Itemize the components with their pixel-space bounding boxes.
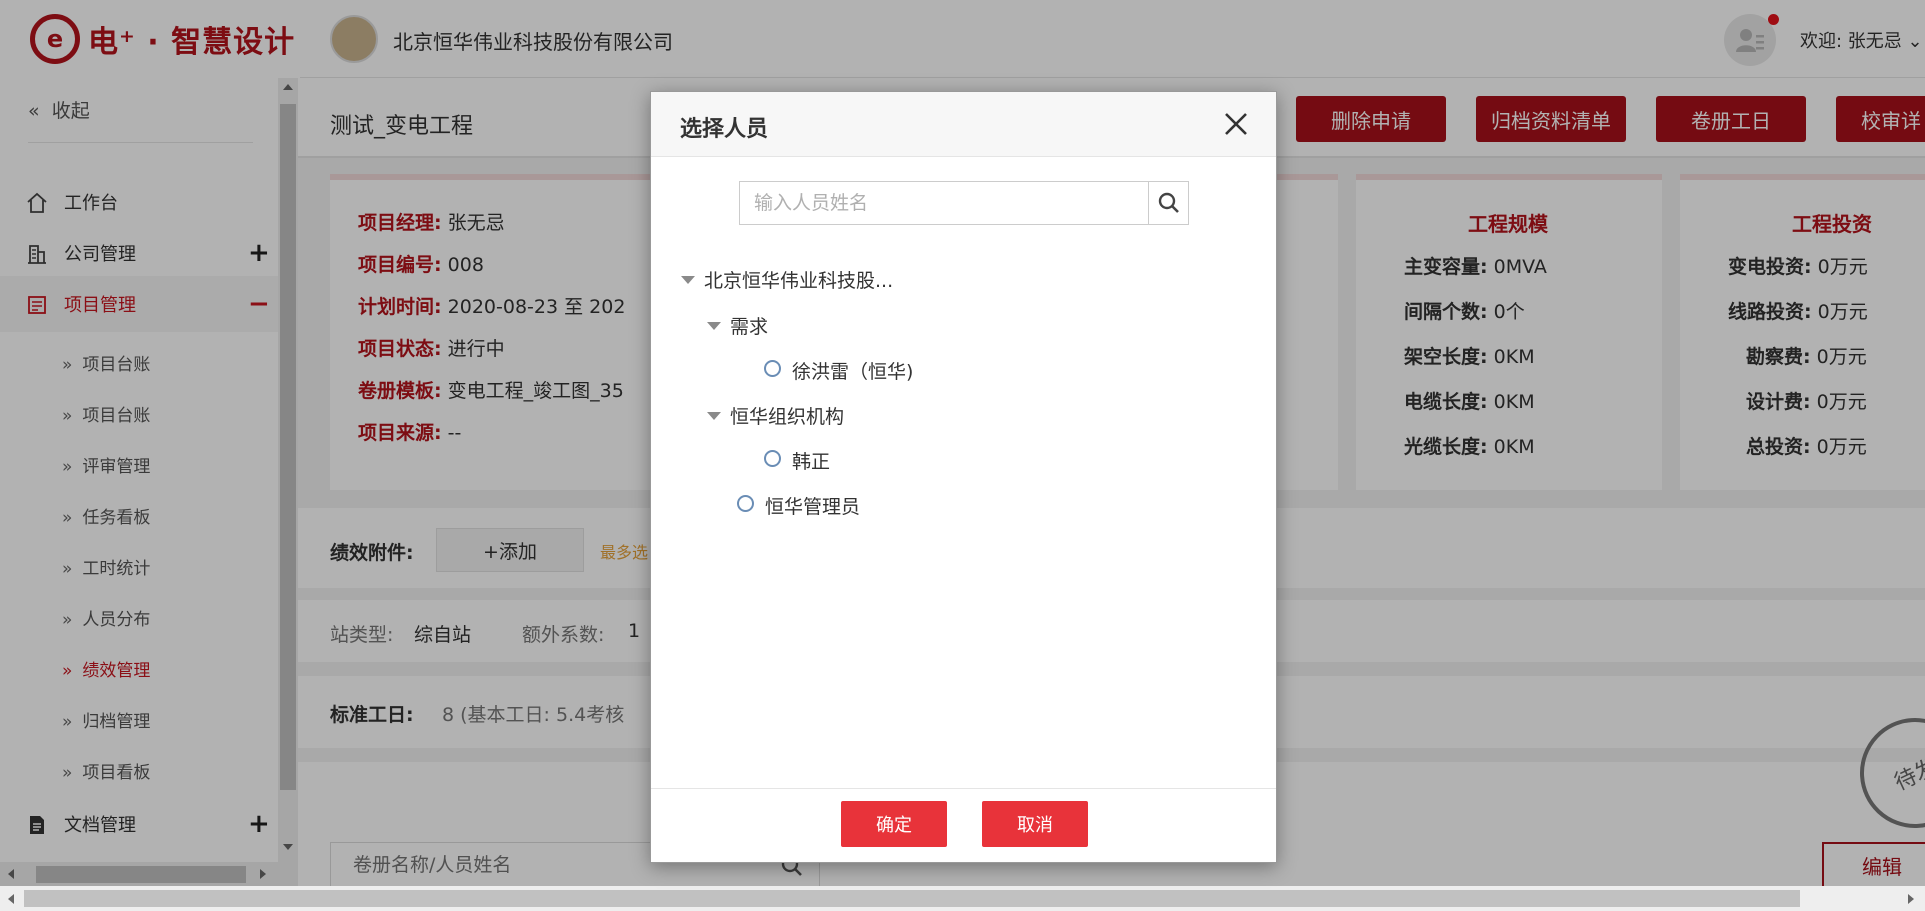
person-search-box[interactable] xyxy=(739,181,1189,225)
tree-node-person[interactable]: 恒华管理员 xyxy=(765,492,860,519)
person-radio[interactable] xyxy=(764,360,781,377)
tree-node-person[interactable]: 徐洪雷（恒华) xyxy=(792,357,913,384)
cancel-button[interactable]: 取消 xyxy=(982,801,1088,847)
scrollbar-thumb[interactable] xyxy=(24,890,1800,907)
page-horizontal-scrollbar[interactable] xyxy=(0,886,1925,911)
tree-expand-caret-icon[interactable] xyxy=(681,276,695,284)
close-icon[interactable] xyxy=(1219,107,1253,141)
person-search-input[interactable] xyxy=(740,182,1148,224)
person-radio[interactable] xyxy=(737,495,754,512)
person-radio[interactable] xyxy=(764,450,781,467)
scroll-right-arrow-icon[interactable] xyxy=(1908,894,1914,904)
person-search-button[interactable] xyxy=(1148,182,1188,224)
tree-expand-caret-icon[interactable] xyxy=(707,412,721,420)
tree-node-root[interactable]: 北京恒华伟业科技股... xyxy=(704,266,893,293)
tree-node-group[interactable]: 恒华组织机构 xyxy=(730,402,844,429)
select-person-dialog: 选择人员 北京恒华伟业科技股... 需求 徐洪雷（恒华) 恒华组织机构 韩正 恒… xyxy=(650,91,1277,863)
dialog-header: 选择人员 xyxy=(651,92,1276,157)
confirm-button[interactable]: 确定 xyxy=(841,801,947,847)
tree-expand-caret-icon[interactable] xyxy=(707,322,721,330)
tree-node-person[interactable]: 韩正 xyxy=(792,447,830,474)
scroll-left-arrow-icon[interactable] xyxy=(8,894,14,904)
search-icon xyxy=(1158,192,1179,213)
dialog-title: 选择人员 xyxy=(680,117,769,142)
tree-node-group[interactable]: 需求 xyxy=(730,312,768,339)
dialog-footer: 确定 取消 xyxy=(651,788,1276,862)
